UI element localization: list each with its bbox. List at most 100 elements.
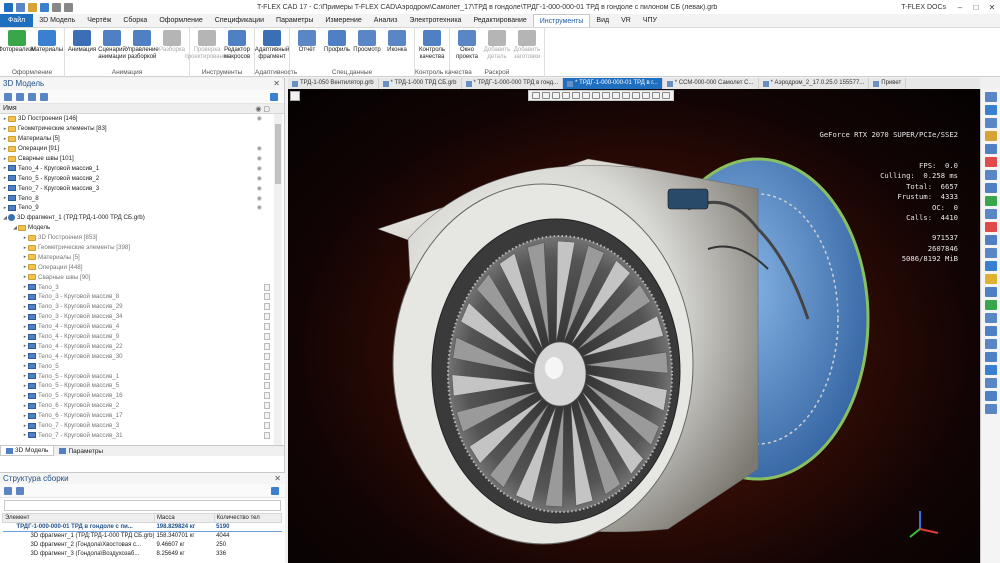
assembly-column-header[interactable]: Элемент <box>2 513 155 523</box>
settings-icon[interactable] <box>16 92 24 101</box>
ribbon-tab-4[interactable]: Оформление <box>153 14 208 27</box>
right-toolbar-icon[interactable] <box>984 248 997 258</box>
tree-item[interactable]: ▸ Тело_4 - Круговой массив_9 <box>0 332 284 342</box>
item-checkbox[interactable] <box>264 293 270 301</box>
open-icon[interactable] <box>28 2 37 12</box>
assembly-options-icon[interactable] <box>271 486 279 495</box>
right-toolbar-icon[interactable] <box>984 339 997 349</box>
3d-viewport[interactable]: GeForce RTX 2070 SUPER/PCIe/SSE2 FPS: 0.… <box>288 89 980 563</box>
view-select-icon[interactable] <box>552 92 560 99</box>
visibility-eye-icon[interactable]: ◉ <box>257 204 262 211</box>
document-tab-5[interactable]: * Аэродром_2_17.0.25.0 155577... <box>759 78 870 89</box>
item-checkbox[interactable] <box>264 342 270 350</box>
right-toolbar-icon[interactable] <box>984 235 997 245</box>
tree-item[interactable]: ▸ Тело_3 - Круговой массив_8 <box>0 292 284 302</box>
assembly-row[interactable]: 3D фрагмент_3 (Гондола\Воздухозаб... 8.25… <box>3 550 282 559</box>
right-toolbar-icon[interactable] <box>984 404 997 414</box>
view-filter-icon[interactable] <box>532 92 540 99</box>
right-toolbar-icon[interactable] <box>984 222 997 232</box>
assembly-row[interactable]: ТРДГ-1-000-000-01 ТРД в гондоле с пи... 1… <box>2 522 282 532</box>
home-icon[interactable] <box>28 92 36 101</box>
ribbon-tab-9[interactable]: Электротехника <box>403 14 467 27</box>
docs-label[interactable]: T-FLEX DOCs <box>901 4 952 11</box>
tree-item[interactable]: ▸ Геометрические элементы [398] <box>0 243 284 253</box>
ribbon-tab-5[interactable]: Спецификации <box>209 14 270 27</box>
right-toolbar-icon[interactable] <box>984 183 997 193</box>
assembly-reset-icon[interactable] <box>16 486 24 495</box>
item-checkbox[interactable] <box>264 313 270 321</box>
pin-icon[interactable] <box>290 91 300 101</box>
maximize-button[interactable]: □ <box>968 3 984 12</box>
tree-item[interactable]: ▸ Тело_5 - Круговой массив_2 ◉ <box>0 173 284 183</box>
tree-item[interactable]: ▸ Тело_7 - Круговой массив_3 ◉ <box>0 183 284 193</box>
undo-icon[interactable] <box>52 2 61 12</box>
right-toolbar-icon[interactable] <box>984 118 997 128</box>
tree-item[interactable]: ▸ Тело_4 - Круговой массив_1 ◉ <box>0 163 284 173</box>
right-toolbar-icon[interactable] <box>984 261 997 271</box>
item-checkbox[interactable] <box>264 382 270 390</box>
tree-item[interactable]: ▸ Материалы [5] <box>0 252 284 262</box>
right-toolbar-icon[interactable] <box>984 131 997 141</box>
right-toolbar-icon[interactable] <box>984 313 997 323</box>
ribbon-tab-10[interactable]: Редактирование <box>467 14 532 27</box>
view-section-icon[interactable] <box>602 92 610 99</box>
visibility-eye-icon[interactable]: ◉ <box>257 155 262 162</box>
right-toolbar-icon[interactable] <box>984 274 997 284</box>
tree-item[interactable]: ▸ Тело_6 - Круговой массив_2 <box>0 401 284 411</box>
tree-item[interactable]: ▸ Тело_4 - Круговой массив_30 <box>0 351 284 361</box>
right-toolbar-icon[interactable] <box>984 378 997 388</box>
tree-item[interactable]: ▸ Тело_4 - Круговой массив_22 <box>0 341 284 351</box>
item-checkbox[interactable] <box>264 323 270 331</box>
tree-item[interactable]: ▸ 3D Построения [853] <box>0 233 284 243</box>
view-pan-icon[interactable] <box>572 92 580 99</box>
right-toolbar-icon[interactable] <box>984 287 997 297</box>
item-checkbox[interactable] <box>264 362 270 370</box>
right-toolbar-icon[interactable] <box>984 352 997 362</box>
ribbon-tab-7[interactable]: Измерение <box>319 14 367 27</box>
item-checkbox[interactable] <box>264 352 270 360</box>
new-icon[interactable] <box>16 2 25 12</box>
minimize-button[interactable]: – <box>952 3 968 12</box>
item-checkbox[interactable] <box>264 303 270 311</box>
close-button[interactable]: ✕ <box>984 3 1000 12</box>
panel-tab-1[interactable]: Параметры <box>54 446 108 456</box>
tree-item[interactable]: ▸ Сварные швы [101] ◉ <box>0 154 284 164</box>
right-toolbar-icon[interactable] <box>984 170 997 180</box>
tree-item[interactable]: ▸ Операции [91] ◉ <box>0 144 284 154</box>
right-toolbar-icon[interactable] <box>984 326 997 336</box>
view-light-icon[interactable] <box>652 92 660 99</box>
ribbon-tab-6[interactable]: Параметры <box>270 14 319 27</box>
item-checkbox[interactable] <box>264 402 270 410</box>
tree-item[interactable]: ▸ Тело_5 - Круговой массив_1 <box>0 371 284 381</box>
tree-item[interactable]: ▸ Геометрические элементы [83] <box>0 124 284 134</box>
right-toolbar-icon[interactable] <box>984 144 997 154</box>
assembly-column-header[interactable]: Количество тел <box>213 513 283 523</box>
assembly-search-input[interactable] <box>4 500 281 511</box>
tree-item[interactable]: ▸ Тело_3 - Круговой массив_29 <box>0 302 284 312</box>
right-toolbar-icon[interactable] <box>984 365 997 375</box>
assembly-close-icon[interactable]: ✕ <box>274 473 285 484</box>
document-tab-6[interactable]: Привет <box>869 78 907 89</box>
view-snap-icon[interactable] <box>542 92 550 99</box>
tree-item[interactable]: ▸ Тело_7 - Круговой массив_3 <box>0 421 284 431</box>
document-tab-2[interactable]: * ТРДГ-1-000-000 ТРД в гонд... <box>462 78 564 89</box>
tree-item[interactable]: ▸ Тело_5 - Круговой массив_5 <box>0 381 284 391</box>
item-checkbox[interactable] <box>264 431 270 439</box>
right-toolbar-icon[interactable] <box>984 196 997 206</box>
item-checkbox[interactable] <box>264 372 270 380</box>
item-checkbox[interactable] <box>264 422 270 430</box>
ribbon-tab-3[interactable]: Сборка <box>117 14 153 27</box>
tree-item[interactable]: ▸ Тело_3 <box>0 282 284 292</box>
document-tab-4[interactable]: * ССМ-000-000 Самолет С... <box>663 78 759 89</box>
panel-options-icon[interactable] <box>270 92 278 101</box>
tree-item[interactable]: ▸ Операции [448] <box>0 262 284 272</box>
tree-item[interactable]: ▸ Тело_5 - Круговой массив_16 <box>0 391 284 401</box>
ribbon-tab-1[interactable]: 3D Модель <box>33 14 81 27</box>
tree-item[interactable]: ▸ Тело_6 - Круговой массив_17 <box>0 411 284 421</box>
right-toolbar-icon[interactable] <box>984 92 997 102</box>
tree-item[interactable]: ▸ 3D Построения [146] ◉ <box>0 114 284 124</box>
document-tab-3[interactable]: * ТРДГ-1-000-000-01 ТРД в г... <box>563 78 663 89</box>
right-toolbar-icon[interactable] <box>984 157 997 167</box>
visibility-eye-icon[interactable]: ◉ <box>257 185 262 192</box>
view-render-icon[interactable] <box>642 92 650 99</box>
